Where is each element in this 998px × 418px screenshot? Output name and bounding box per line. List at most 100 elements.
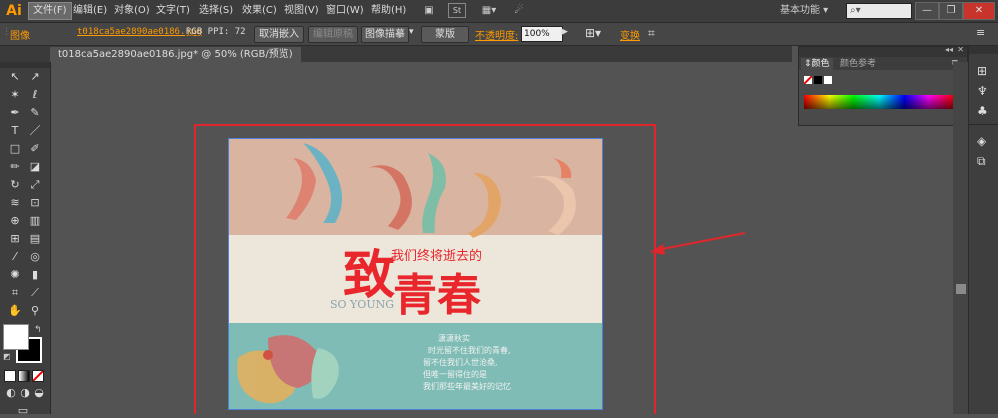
placed-image[interactable]: 致 青春 我们终将逝去的 SO YOUNG 潇潇秋实 时光留不住我们的青春, 留…: [228, 138, 603, 410]
search-icon: ⌕▾: [850, 5, 861, 16]
fill-swatch[interactable]: [3, 324, 29, 350]
stock-button[interactable]: St: [448, 3, 466, 18]
screen-mode-icon[interactable]: ▭: [16, 404, 30, 418]
zoom-tool-icon[interactable]: ⚲: [28, 304, 42, 318]
search-input[interactable]: ⌕▾: [846, 3, 912, 19]
line-tool-icon[interactable]: ／: [28, 124, 42, 138]
pen-tool-icon[interactable]: ✒: [8, 106, 22, 120]
mask-button[interactable]: 蒙版: [421, 26, 469, 43]
opacity-input[interactable]: 100%: [521, 26, 563, 42]
menu-effect[interactable]: 效果(C): [238, 3, 281, 19]
color-spectrum[interactable]: [804, 95, 954, 109]
image-info: RGB PPI: 72: [186, 27, 246, 37]
menu-object[interactable]: 对象(O): [110, 3, 154, 19]
control-bar: ⋮ 图像 t018ca5ae2890ae0186.jpg RGB PPI: 72…: [0, 23, 998, 46]
trace-preset-dropdown[interactable]: ▾: [409, 27, 414, 37]
draw-mode-icon[interactable]: ◐: [4, 386, 18, 400]
menu-help[interactable]: 帮助(H): [367, 3, 410, 19]
panel-menu-icon[interactable]: ≡: [976, 26, 985, 39]
type-tool-icon[interactable]: T: [8, 124, 22, 138]
workspace-switcher[interactable]: 基本功能 ▾: [780, 3, 840, 19]
menu-select[interactable]: 选择(S): [195, 3, 237, 19]
isolate-icon[interactable]: ⌗: [648, 26, 655, 41]
draw-behind-icon[interactable]: ◑: [18, 386, 32, 400]
scrollbar-thumb[interactable]: [956, 284, 966, 294]
rectangle-tool-icon[interactable]: □: [8, 142, 22, 156]
collapse-icon[interactable]: ◂◂: [945, 45, 953, 54]
menu-edit[interactable]: 编辑(E): [69, 3, 111, 19]
none-swatch[interactable]: [804, 76, 812, 84]
none-mode-icon[interactable]: [32, 370, 44, 382]
default-colors-icon[interactable]: ◩: [3, 352, 11, 361]
image-trace-button[interactable]: 图像描摹: [361, 26, 409, 43]
hand-tool-icon[interactable]: ✋: [8, 304, 22, 318]
shape-builder-icon[interactable]: ⊕: [8, 214, 22, 228]
app-logo: Ai: [6, 3, 22, 19]
gradient-tool-icon[interactable]: ▤: [28, 232, 42, 246]
black-swatch[interactable]: [814, 76, 822, 84]
menu-view[interactable]: 视图(V): [280, 3, 323, 19]
color-mode-icon[interactable]: [4, 370, 16, 382]
image-bounding-box[interactable]: [228, 138, 603, 410]
menu-type[interactable]: 文字(T): [152, 3, 194, 19]
linked-file-link[interactable]: t018ca5ae2890ae0186.jpg: [77, 27, 202, 37]
scale-tool-icon[interactable]: ⤢: [28, 178, 42, 192]
close-panel-icon[interactable]: ✕: [957, 45, 964, 54]
tab-color-label: 颜色: [811, 59, 830, 69]
menu-file[interactable]: 文件(F): [28, 2, 72, 20]
tab-color-guide[interactable]: 颜色参考: [837, 58, 879, 70]
artboards-panel-icon[interactable]: ⧉: [977, 154, 986, 169]
symbol-sprayer-icon[interactable]: ✺: [8, 268, 22, 282]
width-tool-icon[interactable]: ≋: [8, 196, 22, 210]
eyedropper-icon[interactable]: ⁄: [8, 250, 22, 264]
bridge-icon[interactable]: ▣: [421, 3, 437, 19]
annotation-arrow: [650, 232, 746, 255]
direct-selection-tool-icon[interactable]: ↗: [28, 70, 42, 84]
document-tab[interactable]: t018ca5ae2890ae0186.jpg* @ 50% (RGB/预览): [50, 47, 301, 62]
brushes-panel-icon[interactable]: ♆: [977, 84, 988, 98]
eraser-icon[interactable]: ◪: [28, 160, 42, 174]
restore-button[interactable]: ❐: [939, 2, 963, 20]
slice-tool-icon[interactable]: ⟋: [28, 286, 42, 300]
gradient-mode-icon[interactable]: [18, 370, 30, 382]
gpu-performance-icon[interactable]: ☄: [510, 3, 528, 19]
tools-panel-header: [0, 62, 50, 68]
paintbrush-icon[interactable]: ✐: [28, 142, 42, 156]
opacity-label[interactable]: 不透明度:: [475, 27, 518, 42]
draw-inside-icon[interactable]: ◒: [32, 386, 46, 400]
blend-tool-icon[interactable]: ◎: [28, 250, 42, 264]
unembed-button[interactable]: 取消嵌入: [254, 26, 304, 43]
menu-window[interactable]: 窗口(W): [322, 3, 368, 19]
layers-panel-icon[interactable]: ◈: [977, 134, 986, 148]
free-transform-icon[interactable]: ⊡: [28, 196, 42, 210]
workspace-label: 基本功能: [780, 5, 820, 16]
lasso-icon[interactable]: ℓ: [28, 88, 42, 102]
arrange-documents-icon[interactable]: ▦▾: [478, 3, 500, 19]
swatches-panel-icon[interactable]: ⊞: [977, 64, 987, 78]
tab-color[interactable]: ⇕颜色: [801, 58, 833, 70]
transform-link[interactable]: 变换: [620, 27, 640, 42]
opacity-arrow-icon[interactable]: ▶: [561, 27, 568, 37]
align-options-icon[interactable]: ⊞▾: [585, 26, 601, 40]
curvature-tool-icon[interactable]: ✎: [28, 106, 42, 120]
vertical-scrollbar[interactable]: [953, 62, 968, 414]
color-panel-titlebar: ◂◂ ✕: [799, 45, 967, 57]
magic-wand-icon[interactable]: ✶: [8, 88, 22, 102]
minimize-button[interactable]: —: [915, 2, 939, 20]
right-panel-dock: ⊞ ♆ ♣ ◈ ⧉: [968, 46, 998, 414]
column-graph-icon[interactable]: ▮: [28, 268, 42, 282]
object-type-label[interactable]: 图像: [10, 27, 30, 42]
white-swatch[interactable]: [824, 76, 832, 84]
mesh-tool-icon[interactable]: ⊞: [8, 232, 22, 246]
symbols-panel-icon[interactable]: ♣: [977, 104, 988, 118]
menu-bar: Ai 文件(F) 编辑(E) 对象(O) 文字(T) 选择(S) 效果(C) 视…: [0, 0, 998, 23]
swap-colors-icon[interactable]: ↰: [34, 325, 42, 335]
artboard-tool-icon[interactable]: ⌗: [8, 286, 22, 300]
tools-panel: ↖ ↗ ✶ ℓ ✒ ✎ T ／ □ ✐ ✏ ◪ ↻ ⤢ ≋ ⊡ ⊕ ▥ ⊞ ▤ …: [0, 62, 51, 417]
selection-tool-icon[interactable]: ↖: [8, 70, 22, 84]
pencil-icon[interactable]: ✏: [8, 160, 22, 174]
perspective-grid-icon[interactable]: ▥: [28, 214, 42, 228]
edit-original-button[interactable]: 编辑原稿: [308, 26, 358, 43]
rotate-tool-icon[interactable]: ↻: [8, 178, 22, 192]
close-button[interactable]: ✕: [963, 2, 995, 20]
